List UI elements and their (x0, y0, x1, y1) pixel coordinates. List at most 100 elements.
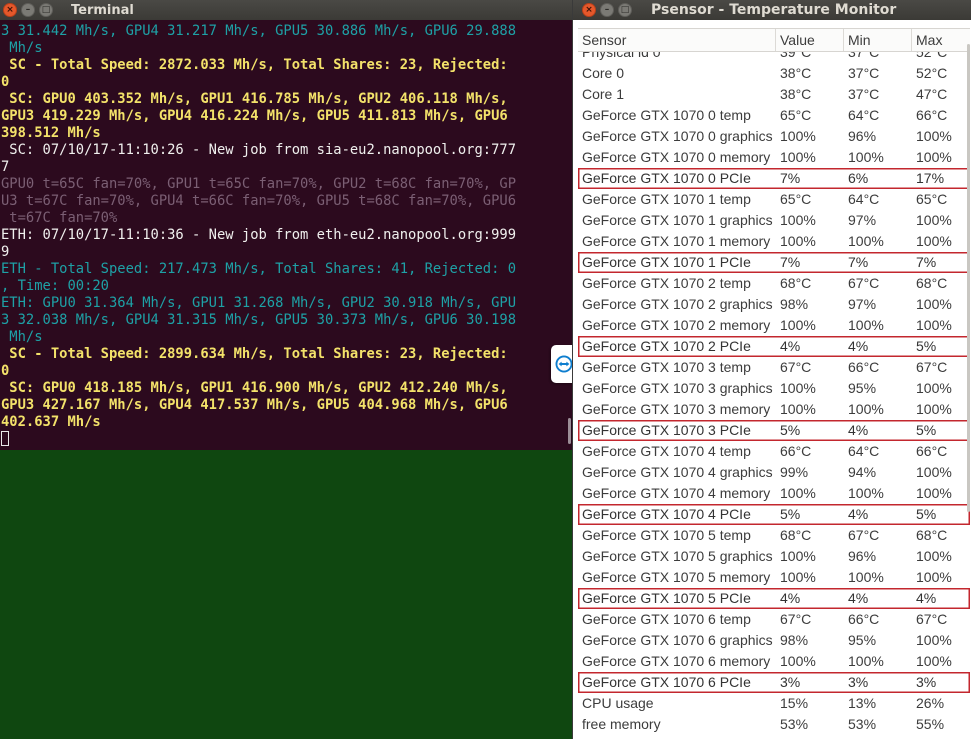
table-row[interactable]: GeForce GTX 1070 5 temp 68°C 67°C 68°C (578, 525, 970, 546)
table-row[interactable]: GeForce GTX 1070 5 PCIe 4% 4% 4% (578, 588, 970, 609)
cell-min: 7% (848, 254, 869, 270)
cell-value: 100% (780, 233, 816, 249)
column-header-sensor[interactable]: Sensor (578, 29, 776, 51)
cell-min: 97% (848, 296, 877, 312)
table-row[interactable]: GeForce GTX 1070 5 memory 100% 100% 100% (578, 567, 970, 588)
terminal-cursor (1, 431, 9, 446)
table-row[interactable]: Physical id 0 39°C 37°C 52°C (578, 52, 970, 63)
maximize-icon[interactable]: □ (618, 3, 632, 17)
terminal-output[interactable]: 3 31.442 Mh/s, GPU4 31.217 Mh/s, GPU5 30… (0, 20, 572, 450)
table-row[interactable]: GeForce GTX 1070 4 PCIe 5% 4% 5% (578, 504, 970, 525)
cell-max: 17% (916, 170, 945, 186)
column-header-value[interactable]: Value (776, 29, 844, 51)
cell-sensor: Physical id 0 (582, 52, 661, 60)
table-row[interactable]: GeForce GTX 1070 0 memory 100% 100% 100% (578, 147, 970, 168)
cell-min: 100% (848, 149, 884, 165)
table-row[interactable]: GeForce GTX 1070 2 graphics 98% 97% 100% (578, 294, 970, 315)
table-row[interactable]: GeForce GTX 1070 1 graphics 100% 97% 100% (578, 210, 970, 231)
cell-sensor: GeForce GTX 1070 3 graphics (582, 380, 773, 396)
psensor-scrollbar[interactable] (967, 44, 970, 512)
minimize-icon[interactable]: – (21, 3, 35, 17)
close-icon[interactable]: × (582, 3, 596, 17)
table-row[interactable]: GeForce GTX 1070 2 temp 68°C 67°C 68°C (578, 273, 970, 294)
terminal-titlebar[interactable]: × – □ Terminal (0, 0, 572, 20)
cell-value: 53% (780, 716, 809, 732)
cell-max: 52°C (916, 52, 948, 60)
cell-value: 38°C (780, 65, 812, 81)
cell-min: 100% (848, 485, 884, 501)
cell-value: 65°C (780, 107, 812, 123)
table-row[interactable]: Core 1 38°C 37°C 47°C (578, 84, 970, 105)
table-row[interactable]: GeForce GTX 1070 4 temp 66°C 64°C 66°C (578, 441, 970, 462)
table-row[interactable]: GeForce GTX 1070 2 PCIe 4% 4% 5% (578, 336, 970, 357)
table-row[interactable]: GeForce GTX 1070 1 temp 65°C 64°C 65°C (578, 189, 970, 210)
table-row[interactable]: GeForce GTX 1070 6 temp 67°C 66°C 67°C (578, 609, 970, 630)
cell-sensor: GeForce GTX 1070 5 temp (582, 527, 751, 543)
cell-sensor: GeForce GTX 1070 4 graphics (582, 464, 773, 480)
table-row[interactable]: CPU usage 15% 13% 26% (578, 693, 970, 714)
cell-value: 100% (780, 317, 816, 333)
column-header-max[interactable]: Max (912, 29, 970, 51)
sensor-table: Sensor Value Min Max Physical id 0 39°C 37… (578, 28, 970, 732)
table-row[interactable]: GeForce GTX 1070 0 graphics 100% 96% 100% (578, 126, 970, 147)
terminal-window[interactable]: × – □ Terminal 3 31.442 Mh/s, GPU4 31.21… (0, 0, 572, 450)
cell-value: 4% (780, 338, 801, 354)
terminal-line: ETH - Total Speed: 217.473 Mh/s, Total S… (1, 261, 516, 277)
cell-max: 66°C (916, 443, 948, 459)
table-row[interactable]: GeForce GTX 1070 3 PCIe 5% 4% 5% (578, 420, 970, 441)
cell-max: 5% (916, 422, 937, 438)
table-row[interactable]: Core 0 38°C 37°C 52°C (578, 63, 970, 84)
cell-max: 5% (916, 338, 937, 354)
cell-sensor: GeForce GTX 1070 5 PCIe (582, 590, 751, 606)
table-row[interactable]: GeForce GTX 1070 6 graphics 98% 95% 100% (578, 630, 970, 651)
cell-min: 4% (848, 422, 869, 438)
cell-max: 100% (916, 317, 952, 333)
column-header-min[interactable]: Min (844, 29, 912, 51)
table-row[interactable]: GeForce GTX 1070 3 temp 67°C 66°C 67°C (578, 357, 970, 378)
terminal-line: U3 t=67C fan=70%, GPU4 t=66C fan=70%, GP… (1, 193, 516, 209)
cell-max: 7% (916, 254, 937, 270)
table-row[interactable]: GeForce GTX 1070 3 graphics 100% 95% 100% (578, 378, 970, 399)
cell-sensor: GeForce GTX 1070 0 temp (582, 107, 751, 123)
psensor-titlebar[interactable]: × – □ Psensor - Temperature Monitor (573, 0, 971, 20)
cell-max: 3% (916, 674, 937, 690)
terminal-scrollbar[interactable] (568, 418, 571, 444)
cell-max: 100% (916, 380, 952, 396)
terminal-prompt-line[interactable] (1, 431, 572, 448)
close-icon[interactable]: × (3, 3, 17, 17)
cell-sensor: GeForce GTX 1070 5 memory (582, 569, 771, 585)
cell-max: 47°C (916, 86, 948, 102)
cell-sensor: CPU usage (582, 695, 654, 711)
maximize-icon[interactable]: □ (39, 3, 53, 17)
terminal-line: 9 (1, 244, 10, 260)
cell-max: 26% (916, 695, 945, 711)
cell-min: 95% (848, 380, 877, 396)
table-row[interactable]: free memory 53% 53% 55% (578, 714, 970, 735)
table-row[interactable]: GeForce GTX 1070 3 memory 100% 100% 100% (578, 399, 970, 420)
cell-value: 98% (780, 296, 809, 312)
table-row[interactable]: GeForce GTX 1070 6 memory 100% 100% 100% (578, 651, 970, 672)
table-row[interactable]: GeForce GTX 1070 4 graphics 99% 94% 100% (578, 462, 970, 483)
cell-min: 66°C (848, 359, 880, 375)
cell-min: 97% (848, 212, 877, 228)
table-row[interactable]: GeForce GTX 1070 1 memory 100% 100% 100% (578, 231, 970, 252)
cell-sensor: Core 0 (582, 65, 625, 81)
minimize-icon[interactable]: – (600, 3, 614, 17)
table-row[interactable]: GeForce GTX 1070 0 temp 65°C 64°C 66°C (578, 105, 970, 126)
teamviewer-icon (555, 355, 572, 373)
cell-value: 67°C (780, 611, 812, 627)
cell-value: 100% (780, 485, 816, 501)
terminal-line: ETH: 07/10/17-11:10:36 - New job from et… (1, 227, 516, 243)
cell-max: 68°C (916, 275, 948, 291)
table-row[interactable]: GeForce GTX 1070 2 memory 100% 100% 100% (578, 315, 970, 336)
cell-max: 100% (916, 212, 952, 228)
cell-value: 100% (780, 653, 816, 669)
table-row[interactable]: GeForce GTX 1070 0 PCIe 7% 6% 17% (578, 168, 970, 189)
table-row[interactable]: GeForce GTX 1070 1 PCIe 7% 7% 7% (578, 252, 970, 273)
cell-sensor: GeForce GTX 1070 2 memory (582, 317, 771, 333)
window-title: Psensor - Temperature Monitor (651, 2, 897, 18)
psensor-window[interactable]: × – □ Psensor - Temperature Monitor Sens… (572, 0, 971, 739)
table-row[interactable]: GeForce GTX 1070 5 graphics 100% 96% 100% (578, 546, 970, 567)
table-row[interactable]: GeForce GTX 1070 4 memory 100% 100% 100% (578, 483, 970, 504)
table-row[interactable]: GeForce GTX 1070 6 PCIe 3% 3% 3% (578, 672, 970, 693)
